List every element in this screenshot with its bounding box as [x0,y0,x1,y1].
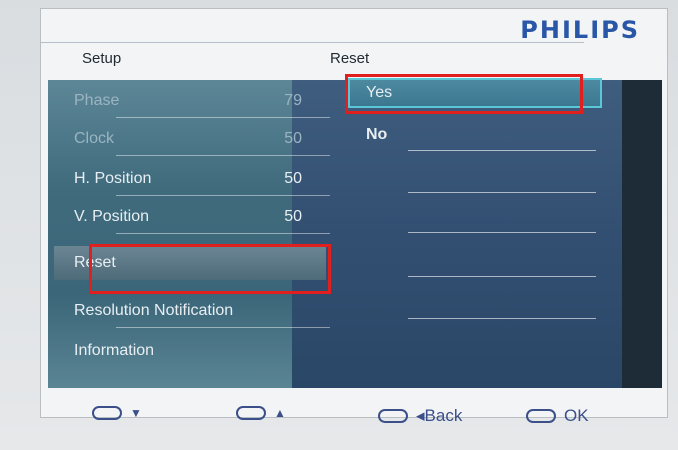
back-button[interactable]: ◂Back [378,406,462,426]
header-divider [40,42,584,43]
menu-divider [116,195,330,196]
option-yes[interactable]: Yes [348,78,602,108]
brand-logo: PHILIPS [520,16,640,44]
button-icon [378,409,408,423]
reset-submenu-title: Reset [330,50,370,67]
up-button[interactable]: ▲ [236,406,286,420]
menu-item-label: Information [74,342,155,359]
menu-item-h-position[interactable]: H. Position 50 [66,162,336,196]
option-divider [408,318,596,319]
button-icon [236,406,266,420]
menu-item-label: V. Position [74,208,150,225]
setup-title: Setup [82,50,122,67]
back-label: ◂Back [416,406,463,425]
menu-divider [116,233,330,234]
button-icon [92,406,122,420]
up-arrow-icon: ▲ [274,406,286,420]
option-divider [408,192,596,193]
option-divider [408,276,596,277]
menu-item-label: Reset [74,254,116,271]
menu-divider [116,117,330,118]
option-divider [408,150,596,151]
ok-label: OK [564,406,589,425]
menu-item-resolution-notification[interactable]: Resolution Notification [66,294,336,328]
option-no[interactable]: No [348,120,602,150]
menu-item-value: 50 [284,170,302,187]
menu-item-v-position[interactable]: V. Position 50 [66,200,336,234]
menu-item-label: Clock [74,130,115,147]
option-divider [408,232,596,233]
menu-item-value: 50 [284,208,302,225]
down-button[interactable]: ▼ [92,406,142,420]
menu-divider [116,155,330,156]
menu-item-clock[interactable]: Clock 50 [66,122,336,156]
menu-item-label: Phase [74,92,120,109]
menu-item-value: 79 [284,92,302,109]
down-arrow-icon: ▼ [130,406,142,420]
ok-button[interactable]: OK [526,406,589,426]
option-label: Yes [366,84,393,101]
menu-item-information[interactable]: Information [66,334,336,368]
menu-item-label: Resolution Notification [74,302,234,319]
button-icon [526,409,556,423]
menu-item-phase[interactable]: Phase 79 [66,84,336,118]
osd-footer: ▼ ▲ ◂Back OK [40,386,668,450]
menu-item-reset[interactable]: Reset [54,246,326,280]
menu-divider [116,327,330,328]
option-label: No [366,126,388,143]
menu-item-value: 50 [284,130,302,147]
menu-item-label: H. Position [74,170,152,187]
